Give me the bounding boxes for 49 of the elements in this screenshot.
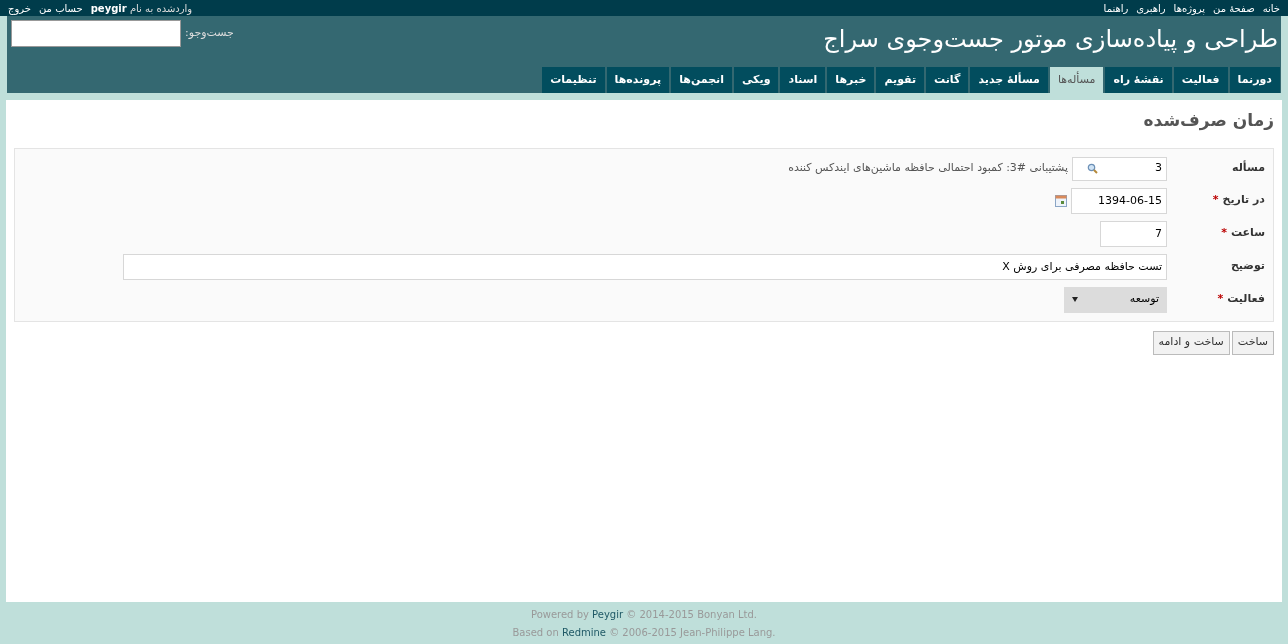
top-menu-link[interactable]: راهبری — [1136, 0, 1166, 16]
submit-button[interactable]: ساخت — [1231, 330, 1274, 355]
project-title: طراحی و پیاده‌سازی موتور جست‌وجوی سراج — [823, 24, 1278, 54]
nav-tab[interactable]: پرونده‌ها — [606, 67, 670, 93]
page-title: زمان صرف‌شده — [1142, 109, 1274, 133]
field-label: فعالیت — [1227, 291, 1265, 308]
caret-icon — [1072, 297, 1078, 302]
top-menu-link[interactable]: پروژه‌ها — [1173, 0, 1206, 16]
footer-link[interactable]: Peygir — [592, 608, 624, 620]
issue-field[interactable]: 3 — [1072, 156, 1167, 181]
hours-input[interactable]: 7 — [1100, 220, 1167, 247]
top-menu-link[interactable]: خانه — [1262, 0, 1280, 16]
nav-tab[interactable]: انجمن‌ها — [671, 67, 732, 93]
field-label: ساعت — [1230, 225, 1265, 242]
nav-tab[interactable]: نقشهٔ راه — [1105, 67, 1172, 93]
field-label: مسأله — [1232, 160, 1265, 177]
search-label: جست‌وجو: — [185, 25, 234, 42]
required-mark: * — [1212, 192, 1219, 209]
activity-select[interactable]: توسعه — [1064, 286, 1167, 313]
description-input[interactable]: تست حافظه مصرفی برای روش X — [123, 253, 1167, 280]
footer-link[interactable]: Redmine — [562, 626, 606, 638]
date-input[interactable]: 1394-06-15 — [1071, 187, 1167, 214]
footer-text: Based on Redmine © 2006-2015 Jean-Philippe Lang. — [512, 625, 776, 640]
search-icon — [1087, 163, 1098, 174]
calendar-icon[interactable] — [1055, 194, 1067, 207]
top-menu-link[interactable]: راهنما — [1103, 0, 1129, 16]
nav-tab[interactable]: ویکی — [734, 67, 779, 93]
user-link[interactable]: peygir — [90, 2, 127, 14]
required-mark: * — [1221, 225, 1227, 242]
account-link[interactable]: حساب من — [39, 0, 83, 16]
top-menu-link[interactable]: صفحهٔ من — [1213, 0, 1255, 16]
field-label: در تاریخ — [1222, 192, 1265, 209]
nav-tab[interactable]: اسناد — [780, 67, 826, 93]
issue-input[interactable]: 3 — [1102, 160, 1162, 177]
account-link[interactable]: خروج — [8, 0, 31, 16]
nav-tab[interactable]: فعالیت — [1173, 67, 1228, 93]
nav-tab[interactable]: گانت — [926, 67, 969, 93]
nav-tab[interactable]: مسألهٔ جدید — [970, 67, 1048, 93]
required-mark: * — [1217, 291, 1224, 308]
nav-tab[interactable]: دورنما — [1229, 67, 1280, 93]
search-field[interactable] — [11, 20, 181, 47]
issue-note: پشتیبانی #3: کمبود احتمالی حافظه ماشین‌های ایندکس کننده — [788, 160, 1068, 177]
nav-tab[interactable]: تنظیمات — [542, 67, 605, 93]
footer-text: Powered by Peygir © 2014-2015 Bonyan Ltd. — [530, 607, 758, 622]
submit-button[interactable]: ساخت و ادامه — [1152, 330, 1230, 355]
field-label: توضیح — [1230, 258, 1265, 275]
nav-tab[interactable]: خبرها — [827, 67, 875, 93]
nav-tab[interactable]: مسأله‌ها — [1049, 67, 1104, 93]
nav-tab[interactable]: تقویم — [876, 67, 925, 93]
